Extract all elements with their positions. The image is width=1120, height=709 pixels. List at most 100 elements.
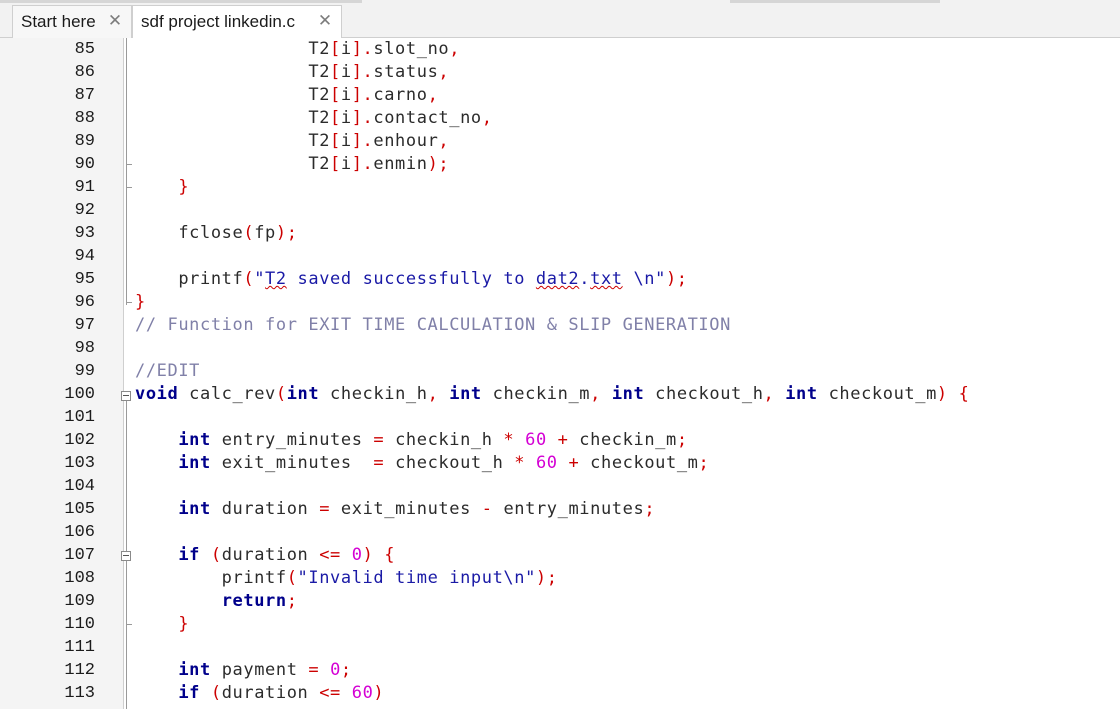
tab-strip: Start here ✕ sdf project linkedin.c ✕	[0, 0, 1120, 38]
close-icon[interactable]: ✕	[317, 12, 333, 29]
code-token: +	[568, 453, 580, 473]
code-token: T2	[135, 39, 331, 59]
code-text: void calc_rev(int checkin_h, int checkin…	[135, 383, 969, 406]
code-line[interactable]: 93 fclose(fp);	[0, 222, 1120, 245]
code-text: }	[135, 613, 189, 636]
line-number: 92	[74, 201, 95, 220]
code-token: ,	[449, 39, 461, 59]
code-token: T2	[265, 269, 287, 289]
code-line[interactable]: 96}	[0, 291, 1120, 314]
code-token: ].	[351, 131, 374, 151]
code-line[interactable]: 99 //EDIT	[0, 360, 1120, 383]
code-line[interactable]: 91 }	[0, 176, 1120, 199]
code-editor-window: Start here ✕ sdf project linkedin.c ✕ 85…	[0, 0, 1120, 709]
code-line[interactable]: 106	[0, 521, 1120, 544]
tab-label: sdf project linkedin.c	[141, 12, 296, 31]
line-number: 94	[74, 247, 95, 266]
code-line[interactable]: 101	[0, 406, 1120, 429]
code-area[interactable]: 85 T2[i].slot_no, 86 T2[i].status, 87 T2[i…	[0, 38, 1120, 709]
code-token: )	[373, 683, 385, 703]
code-token: -	[481, 499, 493, 519]
code-token: enhour	[373, 131, 439, 151]
code-line[interactable]: 88 T2[i].contact_no,	[0, 107, 1120, 130]
line-number: 86	[74, 63, 95, 82]
code-token: {	[958, 384, 970, 404]
code-line[interactable]: 95 printf("T2 saved successfully to dat2…	[0, 268, 1120, 291]
code-token: "	[254, 269, 266, 289]
code-line[interactable]: 87 T2[i].carno,	[0, 84, 1120, 107]
code-text: T2[i].status,	[135, 61, 449, 84]
code-token: contact_no	[373, 108, 482, 128]
code-token: ;	[644, 499, 656, 519]
line-number: 98	[74, 339, 95, 358]
code-token: );	[535, 568, 558, 588]
code-line[interactable]: 104	[0, 475, 1120, 498]
code-line[interactable]: 100 void calc_rev(int checkin_h, int chec…	[0, 383, 1120, 406]
code-line[interactable]: 110 }	[0, 613, 1120, 636]
code-token: entry_minutes	[210, 430, 374, 450]
code-token: (	[210, 683, 222, 703]
line-number: 85	[74, 40, 95, 59]
line-number: 107	[64, 546, 95, 565]
code-line[interactable]: 113 if (duration <= 60)	[0, 682, 1120, 705]
line-number: 104	[64, 477, 95, 496]
code-line[interactable]: 102 int entry_minutes = checkin_h * 60 +…	[0, 429, 1120, 452]
code-token: exit_minutes	[330, 499, 482, 519]
code-line[interactable]: 89 T2[i].enhour,	[0, 130, 1120, 153]
code-text: int exit_minutes = checkout_h * 60 + che…	[135, 452, 709, 475]
code-text: int entry_minutes = checkin_h * 60 + che…	[135, 429, 688, 452]
code-token: }	[178, 177, 190, 197]
code-line[interactable]: 97 // Function for EXIT TIME CALCULATION …	[0, 314, 1120, 337]
code-token: i	[340, 108, 352, 128]
code-line[interactable]: 85 T2[i].slot_no,	[0, 38, 1120, 61]
code-token: ,	[763, 384, 775, 404]
code-token: ].	[351, 85, 374, 105]
code-line[interactable]: 108 printf("Invalid time input\n");	[0, 567, 1120, 590]
code-token: return	[221, 591, 287, 611]
code-token: =	[308, 660, 320, 680]
code-token: ].	[351, 39, 374, 59]
code-line[interactable]: 112 int payment = 0;	[0, 659, 1120, 682]
line-number: 103	[64, 454, 95, 473]
close-icon[interactable]: ✕	[107, 12, 123, 29]
code-line[interactable]: 94	[0, 245, 1120, 268]
code-token: checkin_m	[481, 384, 591, 404]
code-line[interactable]: 98	[0, 337, 1120, 360]
code-token: enmin	[373, 154, 428, 174]
tab-strip-border	[0, 0, 362, 3]
code-token: ,	[438, 62, 450, 82]
code-token: void	[135, 384, 179, 404]
tab-start-here[interactable]: Start here ✕	[12, 5, 132, 38]
line-number: 99	[74, 362, 95, 381]
code-token: T2	[135, 154, 331, 174]
code-token: duration	[221, 545, 320, 565]
code-token: printf	[135, 269, 244, 289]
code-line[interactable]: 109 return;	[0, 590, 1120, 613]
code-line[interactable]: 107 if (duration <= 0) {	[0, 544, 1120, 567]
line-number: 108	[64, 569, 95, 588]
code-line[interactable]: 105 int duration = exit_minutes - entry_…	[0, 498, 1120, 521]
line-number: 93	[74, 224, 95, 243]
code-token: 0	[330, 660, 341, 680]
line-number: 106	[64, 523, 95, 542]
code-line[interactable]: 92	[0, 199, 1120, 222]
code-line[interactable]: 90 T2[i].enmin);	[0, 153, 1120, 176]
line-number: 112	[64, 661, 95, 680]
code-token: duration	[210, 499, 320, 519]
code-line[interactable]: 111	[0, 636, 1120, 659]
line-number: 96	[74, 293, 95, 312]
code-line[interactable]: 86 T2[i].status,	[0, 61, 1120, 84]
code-token: int	[449, 384, 482, 404]
tab-sdf-project-linkedin[interactable]: sdf project linkedin.c ✕	[132, 5, 342, 38]
code-line[interactable]: 103 int exit_minutes = checkout_h * 60 +…	[0, 452, 1120, 475]
code-token: if	[178, 545, 201, 565]
line-number: 100	[64, 385, 95, 404]
code-token: 60	[525, 430, 547, 450]
